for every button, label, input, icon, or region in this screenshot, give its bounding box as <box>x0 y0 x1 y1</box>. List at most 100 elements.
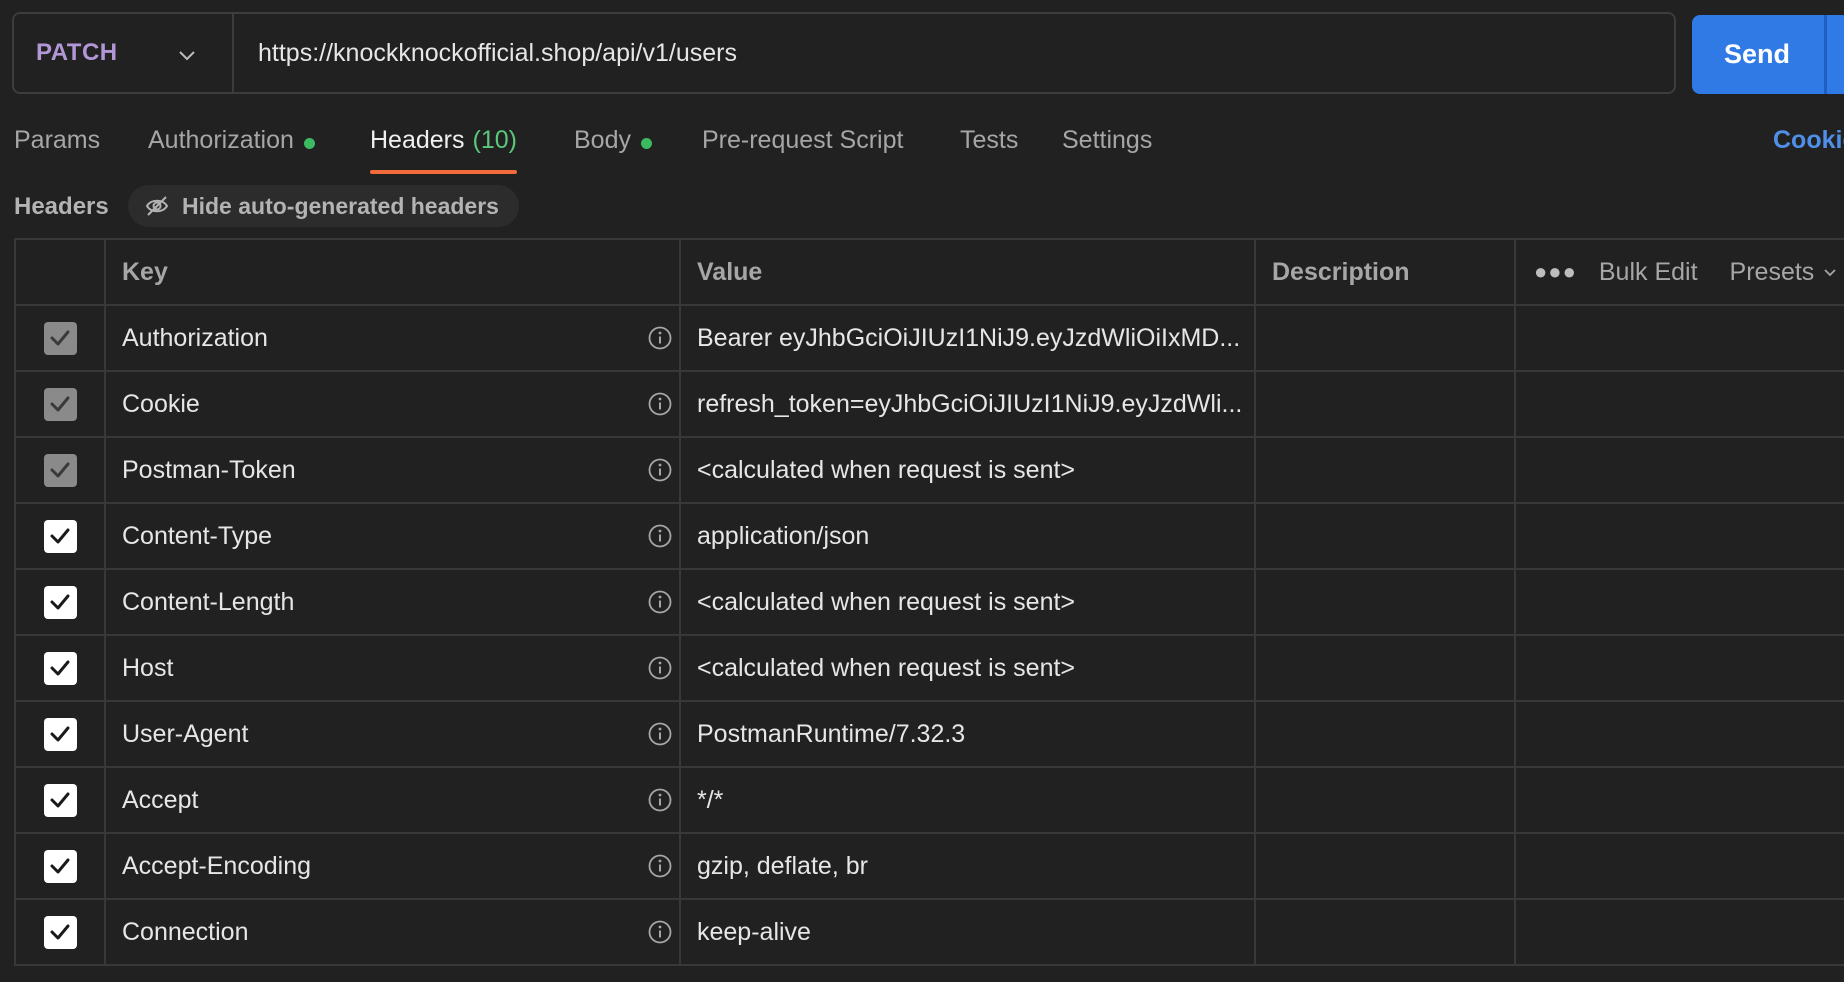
info-icon[interactable] <box>647 325 673 351</box>
tab-tests[interactable]: Tests <box>960 118 1018 174</box>
info-icon[interactable] <box>647 721 673 747</box>
tab-label: Settings <box>1062 126 1153 154</box>
header-key: Connection <box>122 917 249 946</box>
tab-params[interactable]: Params <box>14 118 100 174</box>
info-icon[interactable] <box>647 787 673 813</box>
header-key-cell[interactable]: Host <box>106 636 681 700</box>
send-dropdown-button[interactable] <box>1827 15 1844 94</box>
header-key: Cookie <box>122 389 200 418</box>
header-value-cell[interactable]: */* <box>681 768 1256 832</box>
header-value-cell[interactable]: Bearer eyJhbGciOiJIUzI1NiJ9.eyJzdWliOiIx… <box>681 306 1256 370</box>
header-description-cell[interactable] <box>1256 834 1516 898</box>
header-key-cell[interactable]: Cookie <box>106 372 681 436</box>
row-checkbox[interactable] <box>43 321 77 355</box>
header-key-cell[interactable]: Accept <box>106 768 681 832</box>
checkmark-icon <box>50 462 70 478</box>
header-description-cell[interactable] <box>1256 438 1516 502</box>
status-dot-icon <box>640 138 652 149</box>
row-checkbox[interactable] <box>43 585 77 619</box>
header-value-cell[interactable]: <calculated when request is sent> <box>681 438 1256 502</box>
row-extra-cell <box>1516 702 1844 766</box>
header-value-cell[interactable]: PostmanRuntime/7.32.3 <box>681 702 1256 766</box>
method-select[interactable]: PATCH <box>14 14 234 92</box>
header-key-cell[interactable]: Postman-Token <box>106 438 681 502</box>
header-key-cell[interactable]: User-Agent <box>106 702 681 766</box>
header-key-cell[interactable]: Authorization <box>106 306 681 370</box>
request-tabs: Params Authorization Headers (10) Body Pre-re… <box>0 118 1844 176</box>
header-key-cell[interactable]: Content-Length <box>106 570 681 634</box>
row-checkbox[interactable] <box>43 519 77 553</box>
request-bar: PATCH https://knockknockofficial.shop/ap… <box>12 12 1676 94</box>
row-extra-cell <box>1516 768 1844 832</box>
row-checkbox-cell <box>16 372 106 436</box>
header-value-cell[interactable]: application/json <box>681 504 1256 568</box>
header-description-cell[interactable] <box>1256 702 1516 766</box>
header-key-cell[interactable]: Connection <box>106 900 681 964</box>
tab-headers[interactable]: Headers (10) <box>370 118 517 174</box>
tab-body[interactable]: Body <box>574 118 652 174</box>
row-checkbox[interactable] <box>43 651 77 685</box>
row-checkbox[interactable] <box>43 387 77 421</box>
tab-settings[interactable]: Settings <box>1062 118 1152 174</box>
header-key: User-Agent <box>122 719 249 748</box>
checkmark-icon <box>50 594 70 610</box>
checkmark-icon <box>50 396 70 412</box>
table-row: Host <calculated when request is sent> <box>16 636 1844 702</box>
header-value-cell[interactable]: <calculated when request is sent> <box>681 570 1256 634</box>
header-description-cell[interactable] <box>1256 636 1516 700</box>
cookies-link[interactable]: Cookie <box>1773 126 1844 155</box>
tab-label: Body <box>574 126 631 154</box>
info-icon[interactable] <box>647 655 673 681</box>
header-value-cell[interactable]: gzip, deflate, br <box>681 834 1256 898</box>
header-description-cell[interactable] <box>1256 306 1516 370</box>
header-description-cell[interactable] <box>1256 768 1516 832</box>
header-value-cell[interactable]: refresh_token=eyJhbGciOiJIUzI1NiJ9.eyJzd… <box>681 372 1256 436</box>
header-value-cell[interactable]: keep-alive <box>681 900 1256 964</box>
checkmark-icon <box>50 330 70 346</box>
url-input[interactable]: https://knockknockofficial.shop/api/v1/u… <box>234 14 1674 92</box>
header-value: PostmanRuntime/7.32.3 <box>697 719 966 748</box>
info-icon[interactable] <box>647 457 673 483</box>
header-description-cell[interactable] <box>1256 900 1516 964</box>
row-checkbox[interactable] <box>43 717 77 751</box>
hide-auto-headers-label: Hide auto-generated headers <box>182 192 499 219</box>
row-checkbox[interactable] <box>43 915 77 949</box>
row-checkbox[interactable] <box>43 453 77 487</box>
row-checkbox-cell <box>16 504 106 568</box>
row-checkbox-cell <box>16 306 106 370</box>
info-icon[interactable] <box>647 589 673 615</box>
hide-auto-headers-button[interactable]: Hide auto-generated headers <box>128 185 519 227</box>
tab-label: Authorization <box>148 126 294 154</box>
row-extra-cell <box>1516 306 1844 370</box>
header-value-cell[interactable]: <calculated when request is sent> <box>681 636 1256 700</box>
tab-authorization[interactable]: Authorization <box>148 118 315 174</box>
presets-button[interactable]: Presets <box>1730 258 1839 287</box>
tab-pre-request-script[interactable]: Pre-request Script <box>702 118 903 174</box>
more-icon[interactable]: ●●● <box>1534 259 1577 285</box>
header-value: keep-alive <box>697 917 811 946</box>
header-key: Authorization <box>122 323 268 352</box>
header-description-cell[interactable] <box>1256 570 1516 634</box>
row-checkbox[interactable] <box>43 849 77 883</box>
info-icon[interactable] <box>647 391 673 417</box>
checkmark-icon <box>50 792 70 808</box>
row-extra-cell <box>1516 438 1844 502</box>
method-label: PATCH <box>36 39 118 66</box>
row-checkbox-cell <box>16 768 106 832</box>
presets-label: Presets <box>1729 257 1815 286</box>
table-row: Authorization Bearer eyJhbGciOiJIUzI1NiJ9… <box>16 306 1844 372</box>
row-checkbox[interactable] <box>43 783 77 817</box>
header-description-cell[interactable] <box>1256 372 1516 436</box>
header-description-cell[interactable] <box>1256 504 1516 568</box>
header-key-cell[interactable]: Accept-Encoding <box>106 834 681 898</box>
info-icon[interactable] <box>647 919 673 945</box>
column-key: Key <box>106 240 681 304</box>
info-icon[interactable] <box>647 853 673 879</box>
header-key: Content-Length <box>122 587 295 616</box>
send-button[interactable]: Send <box>1692 15 1844 94</box>
header-value: <calculated when request is sent> <box>697 455 1076 484</box>
info-icon[interactable] <box>647 523 673 549</box>
bulk-edit-button[interactable]: Bulk Edit <box>1599 258 1698 287</box>
header-key-cell[interactable]: Content-Type <box>106 504 681 568</box>
table-header-row: Key Value Description ●●● Bulk Edit Pres… <box>16 240 1844 306</box>
